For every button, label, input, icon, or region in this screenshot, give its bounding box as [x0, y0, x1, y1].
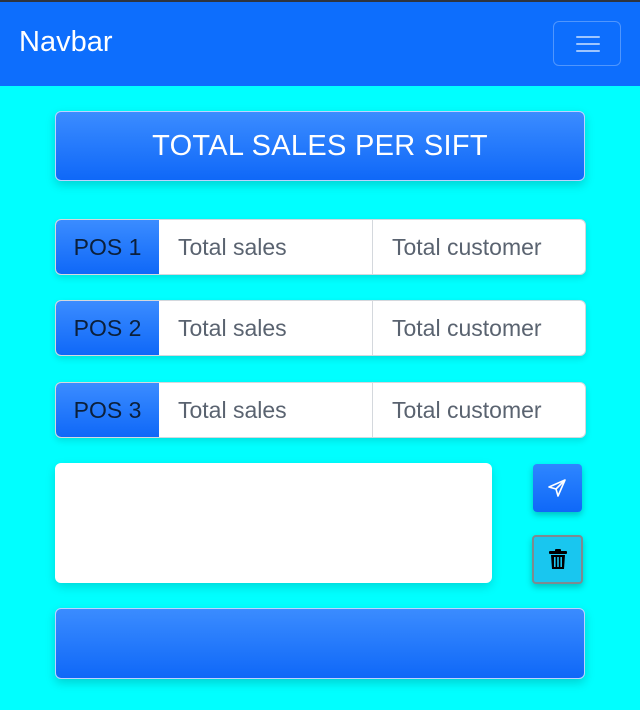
delete-button[interactable] — [532, 535, 583, 584]
total-sales-per-shift-button[interactable]: TOTAL SALES PER SIFT — [55, 111, 585, 181]
pos-label: POS 2 — [56, 301, 159, 355]
send-icon — [548, 479, 566, 497]
total-customer-input[interactable]: Total customer — [373, 301, 585, 355]
submit-button[interactable] — [55, 608, 585, 679]
total-sales-input[interactable]: Total sales — [159, 220, 373, 274]
navbar-toggle-button[interactable] — [553, 21, 621, 66]
pos-label: POS 1 — [56, 220, 159, 274]
total-sales-input[interactable]: Total sales — [159, 301, 373, 355]
trash-icon — [549, 549, 567, 569]
navbar-brand[interactable]: Navbar — [19, 24, 113, 60]
navbar: Navbar — [0, 2, 640, 86]
pos-row-3: POS 3 Total sales Total customer — [55, 382, 586, 438]
pos-row-2: POS 2 Total sales Total customer — [55, 300, 586, 356]
pos-label: POS 3 — [56, 383, 159, 437]
notes-textarea[interactable] — [55, 463, 492, 583]
total-sales-input[interactable]: Total sales — [159, 383, 373, 437]
pos-row-1: POS 1 Total sales Total customer — [55, 219, 586, 275]
send-button[interactable] — [533, 464, 582, 512]
total-customer-input[interactable]: Total customer — [373, 220, 585, 274]
total-customer-input[interactable]: Total customer — [373, 383, 585, 437]
hamburger-menu-icon — [576, 36, 600, 52]
